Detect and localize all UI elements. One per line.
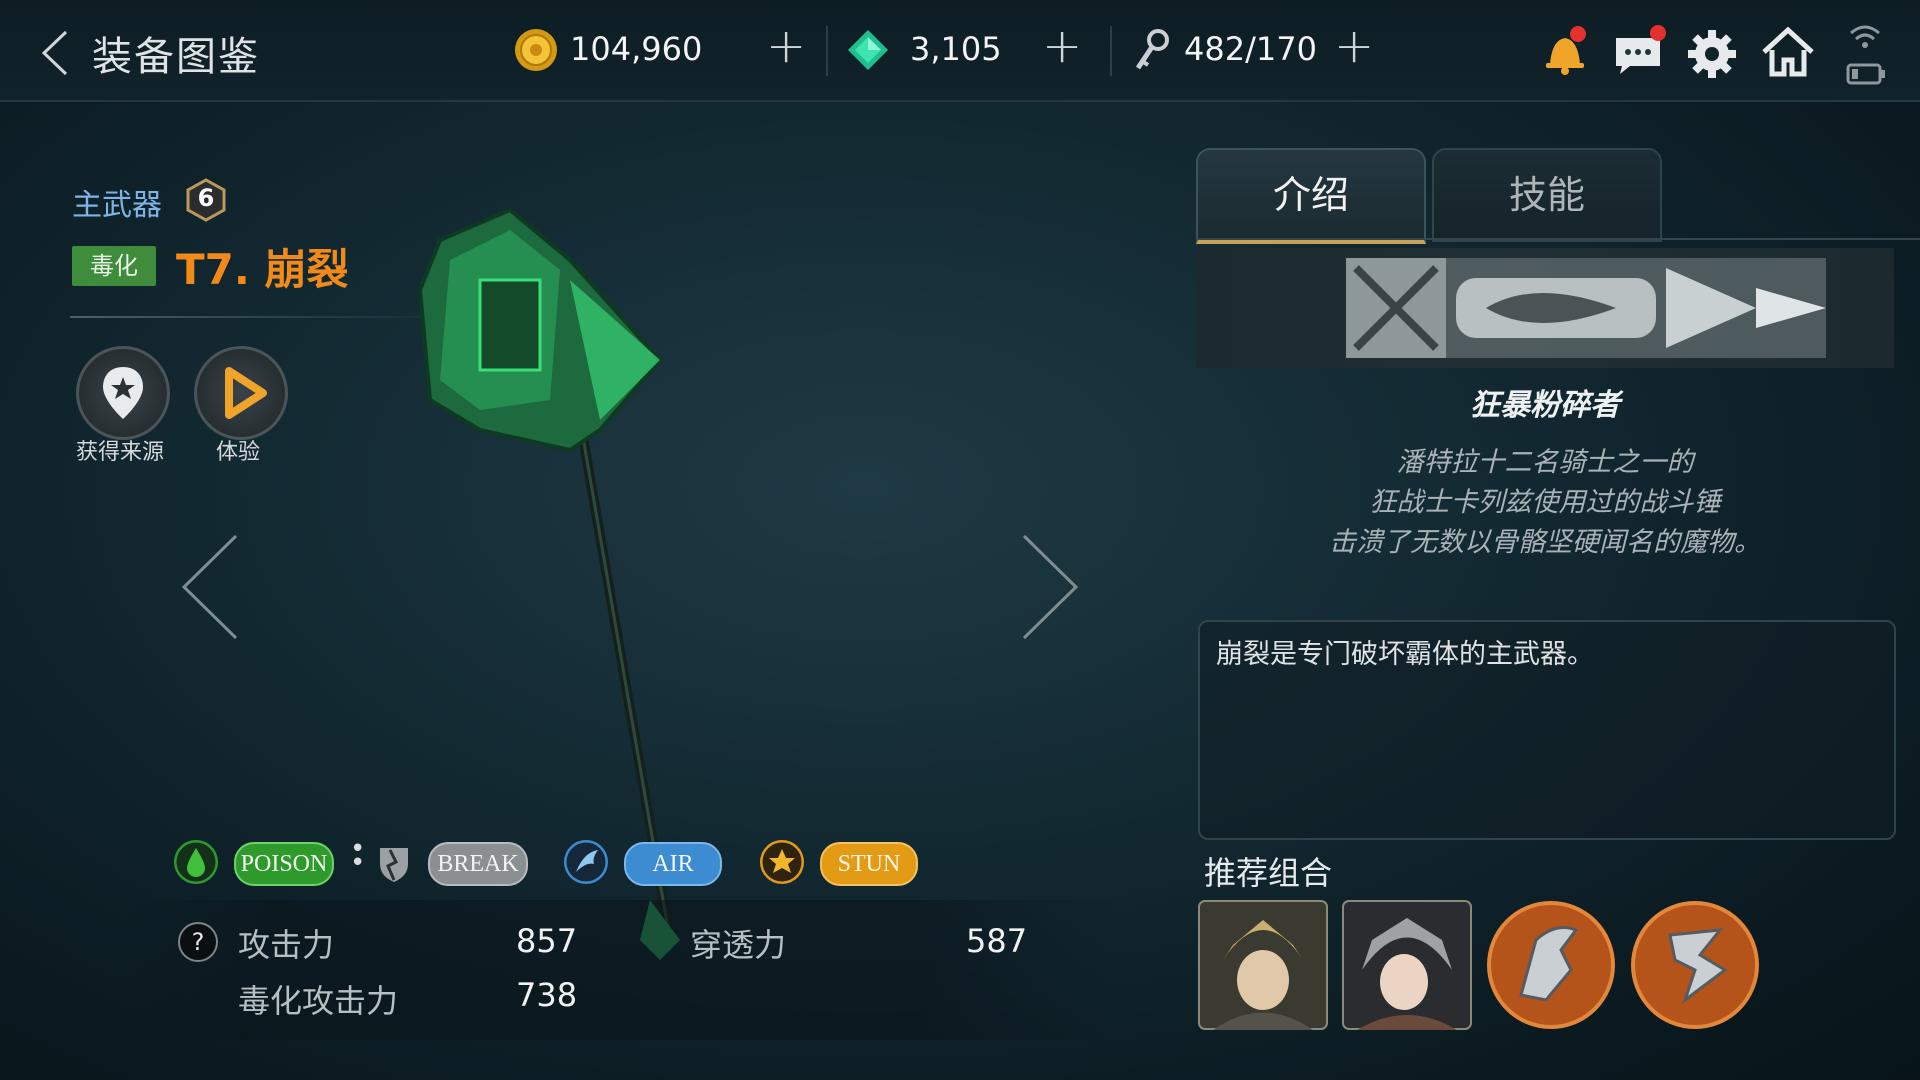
trial-button[interactable] [194,346,288,440]
source-star-icon [103,367,143,419]
help-icon[interactable]: ? [178,922,218,962]
poison-attack-value: 738 [516,976,578,1014]
prev-arrow-icon[interactable] [180,532,240,642]
divider [70,316,460,318]
element-tag: 毒化 [72,246,156,286]
weapon-title: 狂暴粉碎者 [1470,388,1620,423]
battery-icon [1846,63,1885,85]
recommend-sub-weapon-1[interactable] [1486,900,1616,1030]
level-badge: 6 [184,178,228,222]
play-icon [225,367,267,419]
gear-icon[interactable] [1686,28,1738,80]
pierce-label: 穿透力 [690,926,787,964]
stun-star-icon [760,840,804,884]
recommend-character-2[interactable] [1342,900,1472,1030]
add-gem-button[interactable]: + [1042,18,1082,74]
sub-weapon-icon-1 [1487,901,1615,1029]
gold-amount: 104,960 [570,30,703,68]
weapon-banner-image [1346,258,1826,358]
weapon-category: 主武器 [72,188,162,223]
tab-skill[interactable]: 技能 [1432,148,1662,242]
tag-break: BREAK [428,842,528,886]
trial-button-label: 体验 [215,440,260,465]
page-title: 装备图鉴 [92,34,260,80]
description-line-1: 潘特拉十二名骑士之一的 [1396,447,1694,478]
stamina-key-icon [1135,29,1169,70]
home-icon[interactable] [1760,26,1816,78]
air-wing-icon [564,840,608,884]
add-stamina-button[interactable]: + [1334,18,1374,74]
recommend-character-1[interactable] [1198,900,1328,1030]
gem-icon [848,30,888,70]
info-text: 崩裂是专门破坏霸体的主武器。 [1216,639,1594,670]
wifi-icon [1850,25,1880,48]
tag-separator: • • [350,834,366,878]
pierce-value: 587 [966,922,1028,960]
description-line-2: 狂战士卡列兹使用过的战斗锤 [1369,487,1721,518]
recommend-sub-weapon-2[interactable] [1630,900,1760,1030]
divider [1110,26,1112,76]
character-portrait-2 [1342,900,1472,1030]
bell-icon[interactable] [1540,26,1590,78]
tag-poison: POISON [234,842,334,886]
recommend-title: 推荐组合 [1204,854,1333,892]
tag-stun: STUN [820,842,918,886]
attack-label: 攻击力 [238,926,335,964]
sub-weapon-icon-2 [1631,901,1759,1029]
source-button-label: 获得来源 [75,440,164,465]
tab-divider [1196,238,1920,240]
level-number: 6 [197,184,215,212]
tab-intro[interactable]: 介绍 [1196,148,1426,244]
character-portrait-1 [1198,900,1328,1030]
weapon-banner [1196,248,1894,368]
next-arrow-icon[interactable] [1020,532,1080,642]
poison-attack-label: 毒化攻击力 [238,982,399,1020]
attack-value: 857 [516,922,578,960]
chat-icon[interactable] [1612,24,1668,78]
tag-air: AIR [624,842,722,886]
back-chevron-icon[interactable] [40,30,70,76]
add-gold-button[interactable]: + [766,18,806,74]
source-button[interactable] [76,346,170,440]
divider [826,26,828,76]
break-shield-icon [380,848,408,882]
weapon-name: T7. 崩裂 [176,245,349,294]
gem-amount: 3,105 [910,30,1002,68]
description-line-3: 击溃了无数以骨骼坚硬闻名的魔物。 [1329,527,1761,558]
stamina-amount: 482/170 [1184,30,1317,68]
gold-coin-icon [515,29,557,71]
poison-drop-icon [174,840,218,884]
